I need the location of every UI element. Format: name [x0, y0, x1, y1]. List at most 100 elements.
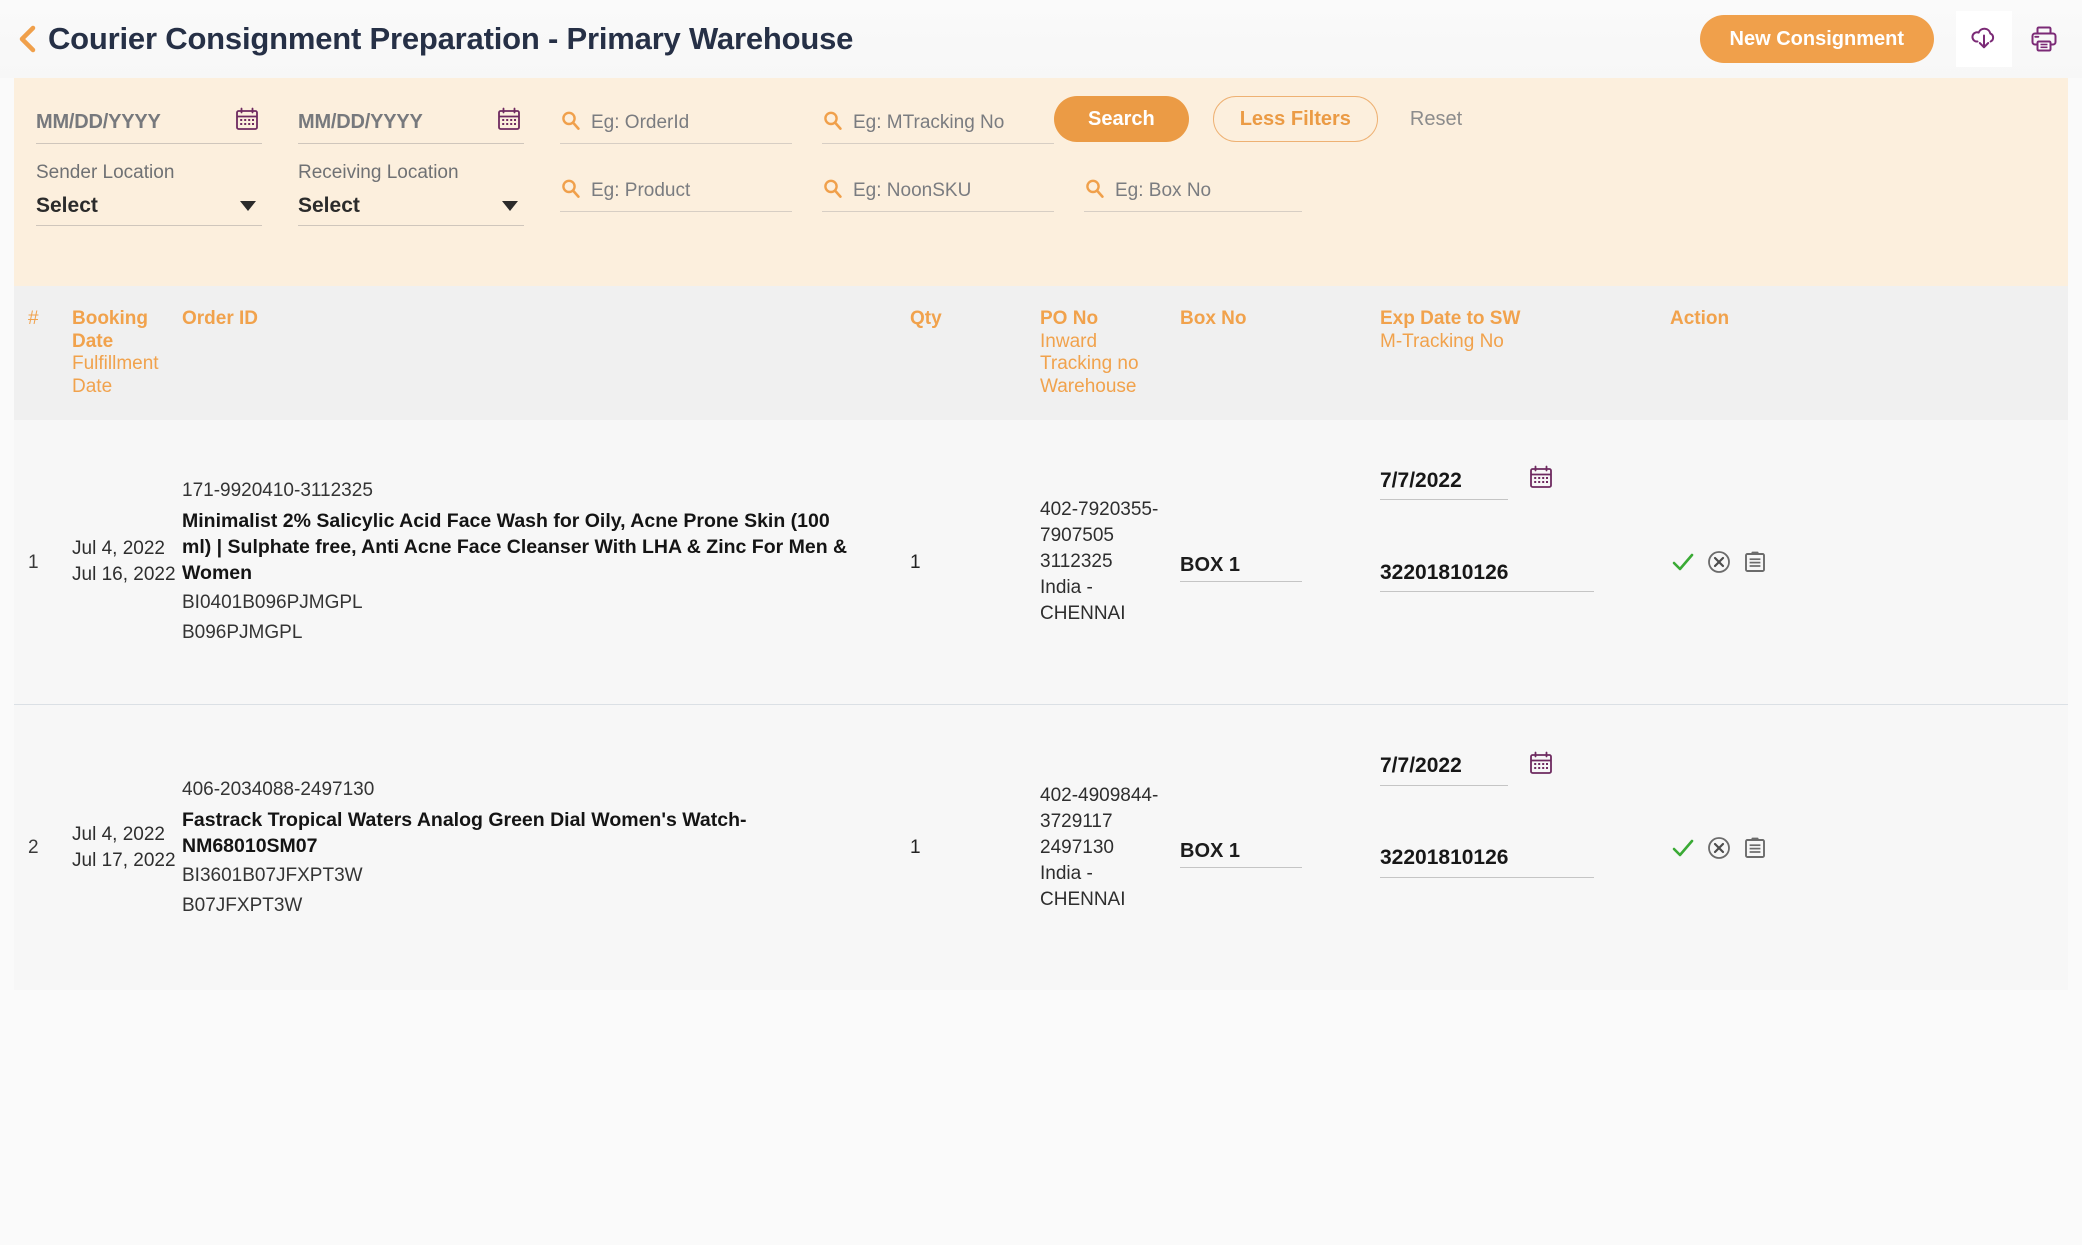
filter-column-to: MM/DD/YYYY Receiving Location Select: [298, 102, 560, 226]
new-consignment-button[interactable]: New Consignment: [1699, 15, 1934, 63]
header-booking-date: Booking Date Fulfillment Date: [72, 308, 159, 397]
product-sku-1: BI3601B07JFXPT3W: [182, 864, 363, 886]
table-row: 1 Jul 4, 2022 Jul 16, 2022 171-9920410-3…: [14, 420, 2068, 705]
filter-column-mtracking: Eg: MTracking No Eg: NoonSKU: [822, 102, 1084, 226]
box-no-input[interactable]: Eg: Box No: [1084, 170, 1302, 212]
sender-location-value: Select: [36, 193, 98, 217]
circle-x-icon[interactable]: [1706, 835, 1732, 861]
header-exp-date: Exp Date to SW M-Tracking No: [1380, 308, 1521, 352]
box-no-field[interactable]: BOX 1: [1180, 542, 1302, 582]
row-po-no: 402-7920355- 7907505 3112325 India - CHE…: [1040, 497, 1180, 627]
noon-sku-input[interactable]: Eg: NoonSKU: [822, 170, 1054, 212]
po-no-line-2: 3729117: [1040, 810, 1113, 832]
row-actions: [1670, 835, 1804, 861]
header-qty: Qty: [910, 308, 942, 329]
product-title: Minimalist 2% Salicylic Acid Face Wash f…: [182, 510, 848, 584]
po-no-line-1: 402-4909844-: [1040, 784, 1159, 806]
search-icon: [560, 178, 581, 204]
print-icon[interactable]: [2016, 11, 2072, 67]
exp-date-field[interactable]: 7/7/2022: [1380, 748, 1508, 786]
table-header-row: # Booking Date Fulfillment Date Order ID…: [14, 286, 2068, 420]
header-order-id: Order ID: [182, 308, 259, 329]
m-tracking-no-field[interactable]: 32201810126: [1380, 554, 1594, 592]
calendar-icon[interactable]: [1528, 750, 1554, 776]
sender-location-select[interactable]: Select: [36, 186, 262, 226]
order-id-value: 171-9920410-3112325: [182, 480, 373, 501]
product-sku-2: B096PJMGPL: [182, 622, 303, 643]
row-index: 1: [28, 551, 39, 573]
clipboard-icon[interactable]: [1742, 549, 1768, 575]
to-date-placeholder: MM/DD/YYYY: [298, 111, 423, 133]
to-date-field[interactable]: MM/DD/YYYY: [298, 102, 524, 144]
order-id-input[interactable]: Eg: OrderId: [560, 102, 792, 144]
sender-location-label: Sender Location: [36, 162, 175, 183]
table-row: 2 Jul 4, 2022 Jul 17, 2022 406-2034088-2…: [14, 705, 2068, 990]
filter-grid: MM/DD/YYYY Sender Location Select MM/DD/…: [36, 102, 2046, 226]
row-box-no: BOX 1: [1180, 828, 1380, 868]
product-placeholder: Eg: Product: [591, 179, 691, 201]
check-icon[interactable]: [1670, 835, 1696, 861]
header-box-no: Box No: [1180, 308, 1247, 329]
header-po-no: PO No Inward Tracking no Warehouse: [1040, 308, 1139, 397]
calendar-icon[interactable]: [496, 106, 522, 132]
po-no-line-1: 402-7920355-: [1040, 499, 1159, 520]
fulfillment-date-value: Jul 16, 2022: [72, 564, 176, 585]
receiving-location-select[interactable]: Select: [298, 186, 524, 226]
inward-tracking-value: 3112325: [1040, 551, 1113, 572]
row-actions: [1670, 549, 1804, 575]
reset-button[interactable]: Reset: [1410, 108, 1462, 131]
less-filters-button[interactable]: Less Filters: [1212, 96, 1378, 142]
filter-panel: MM/DD/YYYY Sender Location Select MM/DD/…: [14, 78, 2068, 286]
receiving-location-value: Select: [298, 193, 360, 217]
filter-actions: Search Less Filters Reset: [1054, 96, 1462, 142]
from-date-placeholder: MM/DD/YYYY: [36, 111, 161, 133]
header-actions: New Consignment: [1699, 0, 2082, 78]
exp-date-field[interactable]: 7/7/2022: [1380, 462, 1508, 500]
warehouse-line-2: CHENNAI: [1040, 888, 1126, 910]
search-icon: [560, 110, 581, 136]
calendar-icon[interactable]: [1528, 464, 1554, 490]
row-box-no: BOX 1: [1180, 542, 1380, 582]
row-exp-date: 7/7/2022 32201810126: [1380, 462, 1670, 662]
booking-date-value: Jul 4, 2022: [72, 823, 165, 845]
row-product: 406-2034088-2497130 Fastrack Tropical Wa…: [182, 775, 872, 921]
from-date-field[interactable]: MM/DD/YYYY: [36, 102, 262, 144]
row-exp-date: 7/7/2022 32201810126: [1380, 748, 1670, 948]
row-index: 2: [28, 837, 39, 858]
search-button[interactable]: Search: [1054, 96, 1189, 142]
filter-column-orderid: Eg: OrderId Eg: Product: [560, 102, 822, 226]
search-icon: [1084, 178, 1105, 204]
product-sku-1: BI0401B096PJMGPL: [182, 592, 363, 613]
qty-value: 1: [910, 551, 921, 573]
row-po-no: 402-4909844- 3729117 2497130 India - CHE…: [1040, 783, 1180, 913]
filter-column-from: MM/DD/YYYY Sender Location Select: [36, 102, 298, 226]
chevron-down-icon: [240, 200, 256, 211]
order-id-value: 406-2034088-2497130: [182, 778, 375, 800]
box-no-field[interactable]: BOX 1: [1180, 828, 1302, 868]
circle-x-icon[interactable]: [1706, 549, 1732, 575]
m-tracking-no-field[interactable]: 32201810126: [1380, 840, 1594, 878]
mtracking-no-placeholder: Eg: MTracking No: [853, 111, 1005, 133]
row-product: 171-9920410-3112325 Minimalist 2% Salicy…: [182, 476, 872, 648]
order-id-placeholder: Eg: OrderId: [591, 111, 690, 133]
check-icon[interactable]: [1670, 549, 1696, 575]
inward-tracking-value: 2497130: [1040, 836, 1114, 858]
warehouse-line-1: India -: [1040, 862, 1093, 884]
chevron-left-icon[interactable]: [14, 22, 40, 56]
product-input[interactable]: Eg: Product: [560, 170, 792, 212]
booking-date-value: Jul 4, 2022: [72, 538, 165, 559]
calendar-icon[interactable]: [234, 106, 260, 132]
row-dates: Jul 4, 2022 Jul 17, 2022: [72, 822, 182, 874]
warehouse-line-1: India -: [1040, 577, 1093, 598]
fulfillment-date-value: Jul 17, 2022: [72, 849, 176, 871]
row-dates: Jul 4, 2022 Jul 16, 2022: [72, 536, 182, 588]
page-header: Courier Consignment Preparation - Primar…: [0, 0, 2082, 78]
po-no-line-2: 7907505: [1040, 525, 1114, 546]
warehouse-line-2: CHENNAI: [1040, 603, 1126, 624]
receiving-location-label: Receiving Location: [298, 162, 459, 183]
cloud-download-icon[interactable]: [1956, 11, 2012, 67]
clipboard-icon[interactable]: [1742, 835, 1768, 861]
qty-value: 1: [910, 837, 921, 858]
box-no-placeholder: Eg: Box No: [1115, 179, 1212, 201]
mtracking-no-input[interactable]: Eg: MTracking No: [822, 102, 1054, 144]
